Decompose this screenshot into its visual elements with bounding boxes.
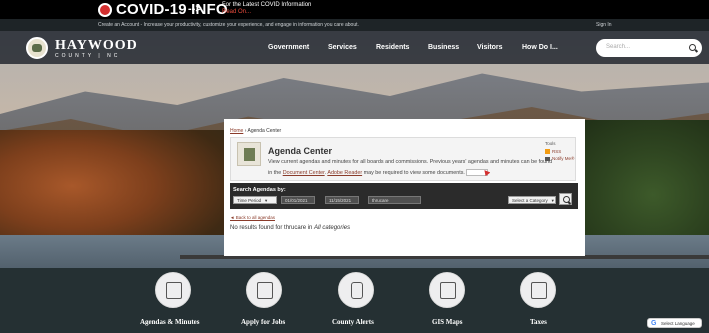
no-results-message: No results found for thrucare in All cat… bbox=[230, 225, 350, 231]
select-language-label: Select Language bbox=[661, 321, 695, 326]
breadcrumb-home-link[interactable]: Home bbox=[230, 128, 243, 134]
adobe-reader-link[interactable]: Adobe Reader bbox=[327, 170, 362, 176]
nav-item-government[interactable]: Government bbox=[268, 44, 309, 51]
quick-link-label[interactable]: Apply for Jobs bbox=[241, 318, 285, 326]
quick-link-label[interactable]: GIS Maps bbox=[432, 318, 463, 326]
notify-label: Notify Me® bbox=[552, 156, 575, 161]
search-by-label: Search Agendas by: bbox=[233, 187, 286, 193]
page-title: Agenda Center bbox=[268, 146, 333, 156]
mail-icon bbox=[545, 156, 550, 161]
alert-dot-icon bbox=[98, 3, 112, 17]
dot-separator: . bbox=[324, 170, 327, 176]
notify-me-link[interactable]: Notify Me® bbox=[545, 156, 574, 161]
covid-arrow: --> bbox=[188, 3, 202, 15]
covid-title[interactable]: COVID-19 INFO bbox=[116, 1, 228, 18]
nav-item-residents[interactable]: Residents bbox=[376, 44, 409, 51]
google-icon: G bbox=[651, 320, 657, 327]
search-submit-button[interactable] bbox=[559, 193, 572, 205]
covid-alert-bar[interactable]: COVID-19 INFO --> For the Latest COVID I… bbox=[0, 0, 709, 19]
tools-label: Tools bbox=[545, 141, 556, 146]
chevron-down-icon: ▼ bbox=[550, 198, 555, 203]
time-period-select[interactable]: Time Period ▼ bbox=[233, 196, 277, 204]
sign-in-link[interactable]: Sign In bbox=[596, 22, 612, 28]
agenda-header: Agenda Center View current agendas and m… bbox=[230, 137, 576, 181]
no-results-scope: All categories bbox=[314, 225, 351, 231]
rss-link[interactable]: RSS bbox=[545, 149, 562, 155]
county-seal-icon[interactable] bbox=[26, 37, 48, 59]
create-account-link[interactable]: Create an Account - Increase your produc… bbox=[98, 22, 359, 28]
search-input[interactable]: Search... bbox=[606, 44, 630, 50]
quick-link-label[interactable]: County Alerts bbox=[332, 318, 374, 326]
agenda-center-card: Home › Agenda Center Agenda Center View … bbox=[224, 119, 585, 256]
breadcrumb-current: › Agenda Center bbox=[244, 128, 282, 134]
magnifier-document-icon bbox=[531, 282, 547, 299]
google-translate-button[interactable]: G Select Language bbox=[647, 318, 702, 328]
quick-link-label[interactable]: Taxes bbox=[530, 318, 547, 326]
account-bar: Create an Account - Increase your produc… bbox=[0, 19, 709, 31]
rss-icon bbox=[545, 149, 550, 155]
nav-item-how-do-i[interactable]: How Do I... bbox=[522, 44, 558, 51]
quick-link-jobs[interactable] bbox=[246, 272, 282, 308]
nav-item-services[interactable]: Services bbox=[328, 44, 357, 51]
category-select[interactable]: Select a Category ▼ bbox=[508, 196, 556, 204]
logo-subtitle: COUNTY | NC bbox=[55, 53, 121, 59]
mobile-phone-icon bbox=[351, 282, 363, 299]
page-description: View current agendas and minutes for all… bbox=[268, 157, 554, 179]
quick-link-alerts[interactable] bbox=[338, 272, 374, 308]
agenda-search-bar: Search Agendas by: Time Period ▼ 01/01/20… bbox=[230, 183, 578, 209]
category-value: Select a Category bbox=[512, 198, 548, 203]
quick-link-label[interactable]: Agendas & Minutes bbox=[140, 318, 200, 326]
rss-label: RSS bbox=[552, 149, 562, 154]
back-to-agendas-link[interactable]: ◄ Back to all agendas bbox=[230, 215, 275, 220]
start-date-input[interactable]: 01/01/2021 bbox=[281, 196, 315, 204]
quick-link-gis[interactable] bbox=[429, 272, 465, 308]
document-center-link[interactable]: Document Center bbox=[283, 170, 325, 176]
logo-name[interactable]: HAYWOOD bbox=[55, 38, 138, 54]
quick-link-taxes[interactable] bbox=[520, 272, 556, 308]
get-adobe-reader-badge[interactable] bbox=[466, 169, 489, 177]
stack-icon bbox=[166, 282, 182, 299]
end-date-input[interactable]: 11/15/2021 bbox=[325, 196, 359, 204]
nav-item-business[interactable]: Business bbox=[428, 44, 459, 51]
search-icon[interactable] bbox=[689, 44, 696, 51]
no-results-text: No results found for thrucare in bbox=[230, 225, 313, 231]
agenda-document-icon bbox=[237, 142, 261, 166]
description-text-2: may be required to view some documents. bbox=[363, 170, 465, 176]
map-icon bbox=[440, 282, 456, 299]
quick-link-agendas[interactable] bbox=[155, 272, 191, 308]
covid-info[interactable]: For the Latest COVID Information Read On… bbox=[222, 2, 311, 16]
chevron-down-icon: ▼ bbox=[264, 198, 269, 203]
covid-read-on-link[interactable]: Read On... bbox=[222, 9, 311, 16]
nav-item-visitors[interactable]: Visitors bbox=[477, 44, 503, 51]
covid-info-line: For the Latest COVID Information bbox=[222, 2, 312, 8]
breadcrumb: Home › Agenda Center bbox=[230, 128, 281, 134]
site-search[interactable]: Search... bbox=[596, 39, 702, 57]
id-card-icon bbox=[257, 282, 273, 299]
time-period-value: Time Period bbox=[237, 198, 262, 203]
keyword-input[interactable]: thrucare bbox=[368, 196, 421, 204]
